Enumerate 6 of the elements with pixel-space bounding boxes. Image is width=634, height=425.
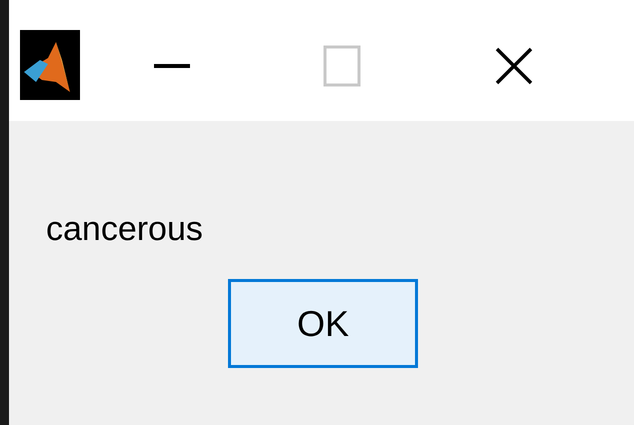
close-icon — [494, 46, 534, 86]
message-text: cancerous — [46, 209, 203, 249]
ok-button[interactable]: OK — [228, 279, 418, 368]
maximize-icon — [322, 44, 362, 88]
app-icon — [20, 30, 80, 100]
minimize-icon — [154, 64, 190, 68]
